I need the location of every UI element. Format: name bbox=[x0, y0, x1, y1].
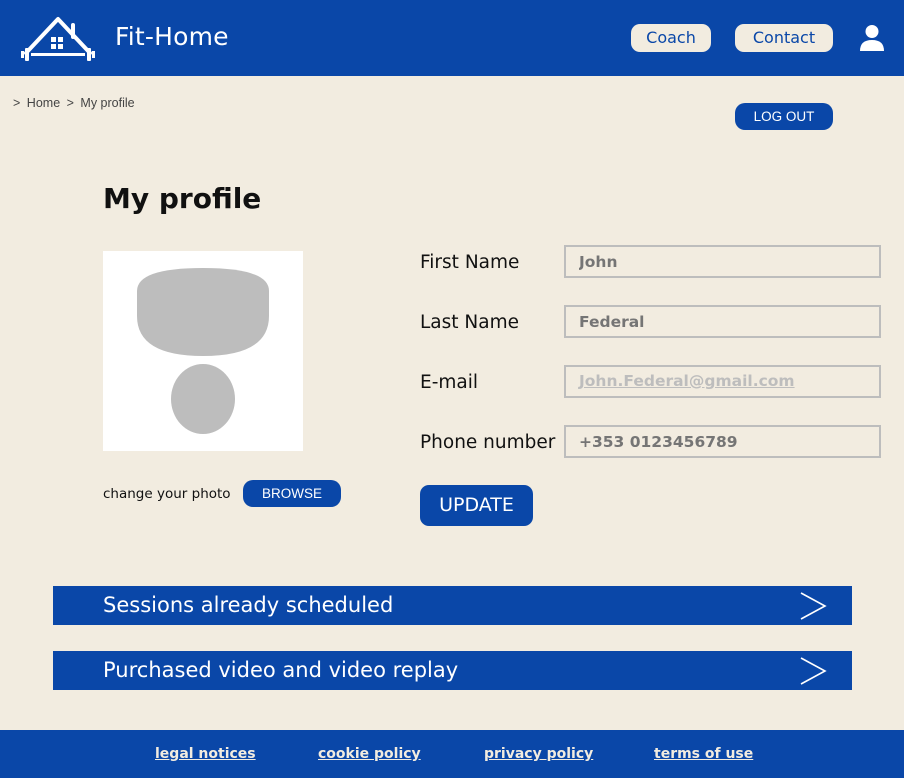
home-dumbbell-logo-icon[interactable] bbox=[21, 15, 95, 63]
logout-button[interactable]: LOG OUT bbox=[735, 103, 833, 130]
breadcrumb-home-link[interactable]: Home bbox=[27, 96, 60, 110]
profile-photo bbox=[103, 251, 303, 451]
purchased-videos-label: Purchased video and video replay bbox=[103, 658, 459, 682]
chevron-right-icon bbox=[800, 657, 827, 685]
phone-field[interactable] bbox=[564, 425, 881, 458]
chevron-right-icon bbox=[800, 592, 827, 620]
coach-button[interactable]: Coach bbox=[631, 24, 711, 52]
first-name-label: First Name bbox=[420, 252, 520, 273]
terms-of-use-link[interactable]: terms of use bbox=[654, 746, 753, 762]
avatar-placeholder-icon bbox=[137, 268, 269, 434]
contact-button[interactable]: Contact bbox=[735, 24, 833, 52]
email-label: E-mail bbox=[420, 372, 479, 393]
privacy-policy-link[interactable]: privacy policy bbox=[484, 746, 593, 762]
footer: legal notices cookie policy privacy poli… bbox=[0, 730, 904, 778]
change-photo-label: change your photo bbox=[103, 486, 231, 502]
user-icon[interactable] bbox=[859, 24, 885, 52]
first-name-field[interactable] bbox=[564, 245, 881, 278]
last-name-label: Last Name bbox=[420, 312, 519, 333]
page-title: My profile bbox=[103, 182, 262, 215]
sessions-scheduled-label: Sessions already scheduled bbox=[103, 593, 394, 617]
browse-button[interactable]: BROWSE bbox=[243, 480, 341, 507]
breadcrumb-separator: > bbox=[13, 96, 21, 110]
sessions-scheduled-bar[interactable]: Sessions already scheduled bbox=[53, 586, 852, 625]
legal-notices-link[interactable]: legal notices bbox=[155, 746, 256, 762]
update-button[interactable]: UPDATE bbox=[420, 485, 533, 526]
header-bar: Fit-Home Coach Contact bbox=[0, 0, 904, 76]
last-name-field[interactable] bbox=[564, 305, 881, 338]
email-field[interactable]: John.Federal@gmail.com bbox=[564, 365, 881, 398]
cookie-policy-link[interactable]: cookie policy bbox=[318, 746, 421, 762]
purchased-videos-bar[interactable]: Purchased video and video replay bbox=[53, 651, 852, 690]
breadcrumb: > Home > My profile bbox=[13, 96, 138, 110]
breadcrumb-separator: > bbox=[66, 96, 74, 110]
phone-label: Phone number bbox=[420, 432, 556, 453]
brand-name: Fit-Home bbox=[115, 22, 229, 51]
breadcrumb-current: My profile bbox=[80, 96, 135, 110]
